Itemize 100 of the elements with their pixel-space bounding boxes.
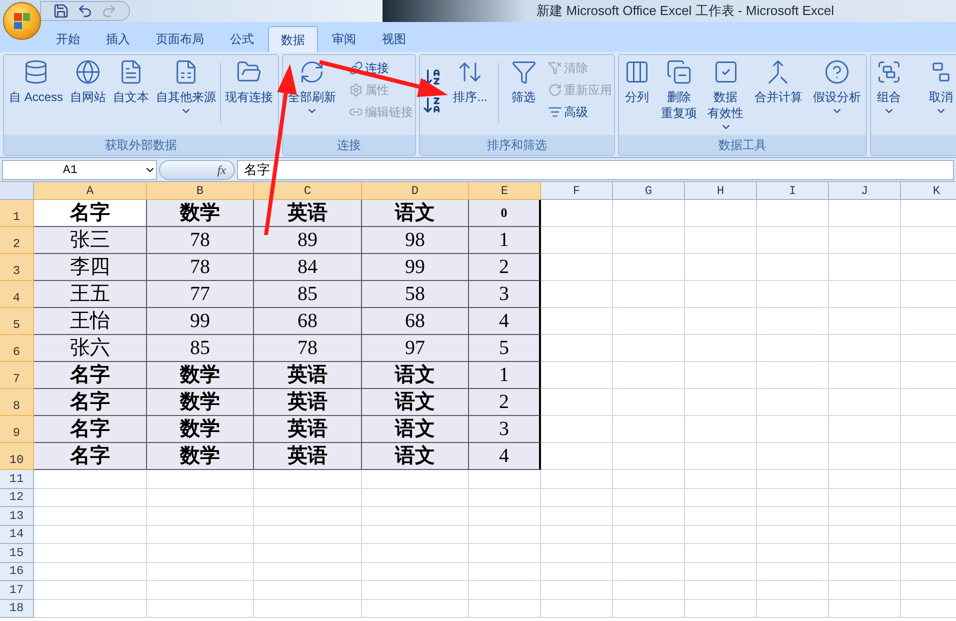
column-header[interactable]: H [685, 182, 757, 200]
empty-cell [829, 488, 901, 507]
row-header[interactable]: 17 [0, 581, 34, 600]
table-cell: 2 [469, 389, 541, 416]
ribbon-button[interactable]: 自文本 [110, 55, 152, 105]
ribbon-button[interactable]: 假设分析 [810, 55, 864, 117]
ribbon-button[interactable]: 筛选 [508, 55, 540, 105]
table-cell: 英语 [254, 362, 362, 389]
column-header[interactable]: C [254, 182, 362, 200]
empty-cell [757, 526, 829, 544]
row-header[interactable]: 1 [0, 200, 34, 227]
row-header[interactable]: 8 [0, 389, 34, 416]
column-header[interactable]: J [829, 182, 901, 200]
row-header[interactable]: 12 [0, 488, 34, 507]
ribbon-tab[interactable]: 数据 [268, 26, 318, 52]
empty-cell [757, 562, 829, 581]
gear-icon [349, 83, 363, 97]
table-cell: 数学 [147, 200, 254, 227]
ribbon-tab[interactable]: 视图 [370, 26, 418, 52]
table-cell: 英语 [254, 389, 362, 416]
column-header[interactable]: A [34, 182, 147, 200]
empty-cell [541, 507, 613, 526]
row-header[interactable]: 13 [0, 507, 34, 526]
table-cell: 王怡 [34, 308, 147, 335]
column-header[interactable]: K [901, 182, 956, 200]
table-cell: 名字 [34, 362, 147, 389]
empty-cell [829, 581, 901, 600]
ribbon-tab[interactable]: 公式 [218, 26, 266, 52]
column-header[interactable]: I [757, 182, 829, 200]
office-logo-icon[interactable] [3, 2, 41, 40]
row-header[interactable]: 2 [0, 227, 34, 254]
table-cell: 数学 [147, 443, 254, 470]
undo-icon[interactable] [77, 3, 93, 19]
ribbon-button[interactable]: 合并计算 [751, 55, 806, 105]
empty-cell [613, 600, 685, 618]
column-header[interactable]: G [613, 182, 685, 200]
empty-cell [613, 544, 685, 562]
empty-cell [829, 335, 901, 362]
column-header[interactable]: E [469, 182, 541, 200]
sort-ascending-icon[interactable] [422, 67, 442, 87]
row-header[interactable]: 10 [0, 443, 34, 470]
ribbon-tab[interactable]: 页面布局 [144, 26, 216, 52]
table-cell: 85 [254, 281, 362, 308]
ribbon-small-button[interactable]: 高级 [548, 101, 612, 123]
checkbox-icon [712, 59, 738, 85]
formula-field[interactable]: 名字 [237, 160, 954, 180]
row-header[interactable]: 5 [0, 308, 34, 335]
ribbon-button[interactable]: 分列 [621, 55, 653, 105]
group-label: 排序和筛选 [487, 137, 547, 154]
row-header[interactable]: 16 [0, 562, 34, 581]
row-header[interactable]: 6 [0, 335, 34, 362]
ribbon-button[interactable]: 自其他来源 [152, 55, 219, 117]
ribbon-tab[interactable]: 插入 [94, 26, 142, 52]
refresh-icon [299, 59, 325, 85]
save-icon[interactable] [53, 3, 69, 19]
ribbon-button[interactable]: 删除 重复项 [658, 55, 700, 121]
ribbon-button[interactable]: 现有连接 [222, 55, 276, 105]
empty-cell [685, 389, 757, 416]
ribbon-button[interactable]: 自 Access [6, 55, 66, 105]
empty-cell [685, 507, 757, 526]
table-cell: 名字 [34, 389, 147, 416]
row-header[interactable]: 3 [0, 254, 34, 281]
empty-cell [541, 488, 613, 507]
empty-cell [757, 281, 829, 308]
column-header[interactable]: D [362, 182, 469, 200]
row-header[interactable]: 11 [0, 470, 34, 488]
clear-filter-icon [548, 61, 562, 75]
row-header[interactable]: 18 [0, 600, 34, 618]
row-header[interactable]: 15 [0, 544, 34, 562]
ribbon-button[interactable]: 取消 [925, 55, 956, 117]
table-cell: 语文 [362, 389, 469, 416]
sort-descending-icon[interactable] [422, 95, 442, 115]
empty-cell [757, 544, 829, 562]
ribbon-button[interactable]: 排序... [450, 55, 490, 105]
empty-cell [757, 389, 829, 416]
ribbon-button[interactable]: 组合 [873, 55, 905, 117]
ribbon-tab[interactable]: 审阅 [320, 26, 368, 52]
column-header[interactable]: F [541, 182, 613, 200]
row-header[interactable]: 7 [0, 362, 34, 389]
empty-cell [685, 200, 757, 227]
row-header[interactable]: 9 [0, 416, 34, 443]
ribbon-button[interactable]: 自网站 [67, 55, 109, 105]
row-header[interactable]: 4 [0, 281, 34, 308]
function-button[interactable]: fx [217, 160, 226, 178]
empty-cell [469, 526, 541, 544]
empty-cell [829, 507, 901, 526]
group-label: 获取外部数据 [105, 137, 177, 154]
empty-cell [469, 562, 541, 581]
empty-cell [613, 488, 685, 507]
empty-cell [541, 526, 613, 544]
empty-cell [829, 281, 901, 308]
empty-cell [613, 335, 685, 362]
column-header[interactable]: B [147, 182, 254, 200]
ribbon-button[interactable]: 数据 有效性 [704, 55, 746, 133]
row-header[interactable]: 14 [0, 526, 34, 544]
empty-cell [757, 443, 829, 470]
empty-cell [613, 227, 685, 254]
ribbon-tab[interactable]: 开始 [44, 26, 92, 52]
name-box[interactable]: A1 [2, 160, 157, 180]
empty-cell [613, 416, 685, 443]
